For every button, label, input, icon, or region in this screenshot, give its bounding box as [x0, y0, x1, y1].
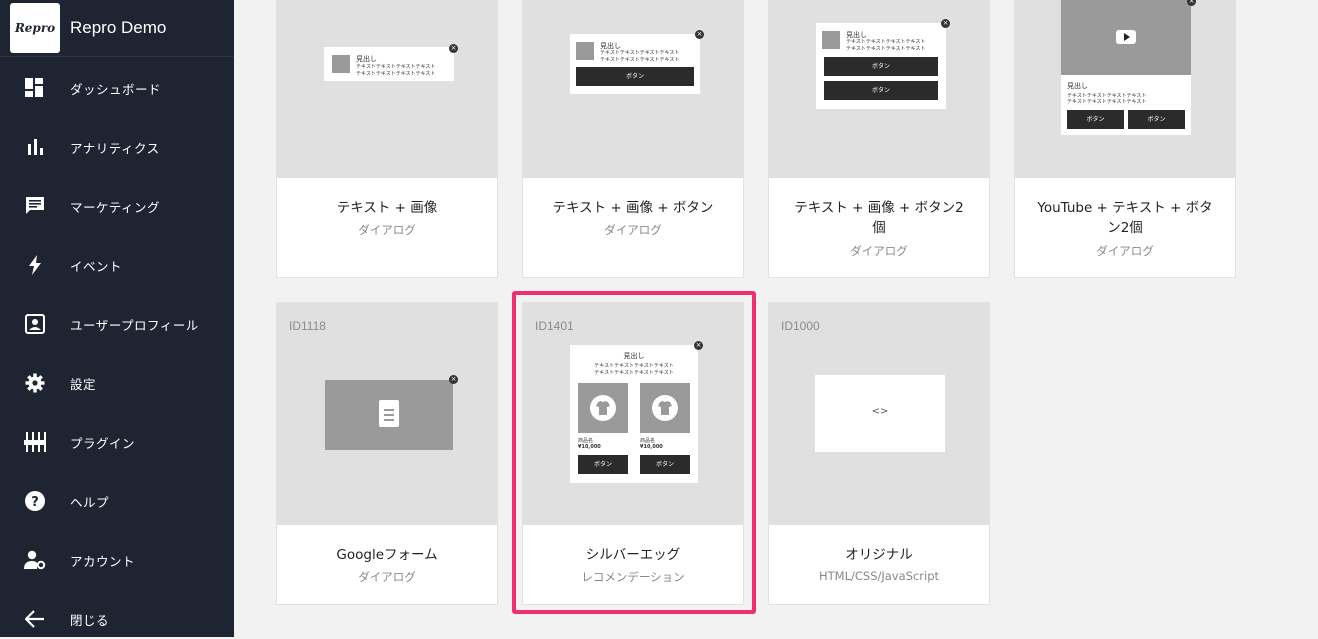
card-title: テキスト + 画像 + ボタン2	[794, 200, 964, 216]
preview-button: ボタン	[1128, 110, 1185, 129]
card-title: オリジナル	[845, 547, 913, 563]
template-card-text-image[interactable]: 見出し テキストテキストテキストテキスト テキストテキストテキストテキスト × …	[276, 0, 498, 278]
preview-dialog: 見出し テキストテキストテキストテキスト テキストテキストテキストテキスト ボタ…	[570, 34, 700, 94]
selected-card-highlight	[512, 291, 756, 614]
card-preview: 見出し テキストテキストテキストテキスト テキストテキストテキストテキスト ボタ…	[1015, 0, 1235, 178]
preview-button: ボタン	[1067, 110, 1124, 129]
bar-chart-icon	[24, 136, 46, 158]
card-subtitle: ダイアログ	[850, 244, 908, 258]
close-icon: ×	[449, 375, 458, 384]
nav-item-plugins[interactable]: プラグイン	[0, 422, 234, 462]
card-title-line2: ン2個	[1107, 220, 1143, 236]
brand-header: Repro Repro Demo	[0, 0, 234, 57]
card-id: ID1118	[289, 319, 326, 333]
card-preview: ID1000 <>	[769, 303, 989, 525]
gear-icon	[24, 372, 46, 394]
nav-item-events[interactable]: イベント	[0, 245, 234, 285]
preview-body: テキストテキストテキストテキスト	[846, 39, 926, 45]
nav-label: イベント	[70, 258, 123, 274]
close-icon: ×	[449, 44, 458, 53]
image-placeholder-icon	[332, 55, 350, 73]
card-subtitle: ダイアログ	[604, 223, 662, 237]
template-card-original[interactable]: ID1000 <> オリジナル HTML/CSS/JavaScript	[768, 302, 990, 605]
template-card-text-image-two-buttons[interactable]: 見出し テキストテキストテキストテキスト テキストテキストテキストテキスト ボタ…	[768, 0, 990, 278]
card-title: テキスト + 画像	[336, 200, 438, 216]
sidebar: Repro Repro Demo ダッシュボード アナリティクス マーケティング…	[0, 0, 234, 637]
preview-body: テキストテキストテキストテキスト	[356, 64, 436, 70]
nav-item-dashboard[interactable]: ダッシュボード	[0, 68, 234, 108]
nav-item-close[interactable]: 閉じる	[0, 599, 234, 639]
card-title: Googleフォーム	[336, 547, 438, 563]
close-icon: ×	[1187, 0, 1196, 6]
preview-heading: 見出し	[1067, 82, 1088, 90]
play-icon	[1116, 30, 1136, 44]
preview-dialog: 見出し テキストテキストテキストテキスト テキストテキストテキストテキスト ボタ…	[816, 23, 946, 109]
card-subtitle: ダイアログ	[358, 570, 416, 584]
document-icon	[379, 400, 399, 427]
card-preview: ID1118 ×	[277, 303, 497, 525]
app-name: Repro Demo	[70, 18, 167, 37]
preview-button: ボタン	[824, 57, 938, 76]
card-subtitle: HTML/CSS/JavaScript	[818, 569, 940, 583]
template-card-youtube[interactable]: 見出し テキストテキストテキストテキスト テキストテキストテキストテキスト ボタ…	[1014, 0, 1236, 278]
preview-body: テキストテキストテキストテキスト	[600, 50, 680, 56]
image-placeholder-icon	[576, 42, 594, 60]
nav-label: ユーザープロフィール	[70, 317, 199, 333]
svg-text:?: ?	[31, 495, 39, 510]
card-preview: 見出し テキストテキストテキストテキスト テキストテキストテキストテキスト ×	[277, 0, 497, 178]
image-placeholder-icon	[822, 31, 840, 49]
repro-logo[interactable]: Repro	[10, 3, 60, 53]
preview-body: テキストテキストテキストテキスト	[846, 46, 926, 52]
card-preview: 見出し テキストテキストテキストテキスト テキストテキストテキストテキスト ボタ…	[769, 0, 989, 178]
code-preview: <>	[815, 375, 945, 452]
profile-icon	[24, 313, 46, 335]
nav-label: マーケティング	[70, 199, 161, 215]
dashboard-icon	[24, 77, 46, 99]
preview-body: テキストテキストテキストテキスト	[1067, 99, 1147, 105]
nav-label: 閉じる	[70, 612, 110, 628]
arrow-left-icon	[24, 608, 46, 630]
nav-item-help[interactable]: ? ヘルプ	[0, 481, 234, 521]
card-title: YouTube + テキスト + ボタ	[1037, 200, 1213, 216]
account-settings-icon	[24, 549, 46, 571]
close-icon: ×	[695, 30, 704, 39]
preview-button: ボタン	[824, 81, 938, 100]
nav-label: プラグイン	[70, 435, 136, 451]
logo-text: Repro	[14, 21, 56, 35]
nav-label: 設定	[70, 376, 97, 392]
nav-item-user-profile[interactable]: ユーザープロフィール	[0, 304, 234, 344]
nav-label: ヘルプ	[70, 494, 110, 510]
card-subtitle: ダイアログ	[358, 223, 416, 237]
nav-item-marketing[interactable]: マーケティング	[0, 186, 234, 226]
bolt-icon	[24, 254, 46, 276]
form-preview	[325, 380, 453, 450]
code-icon: <>	[871, 406, 889, 417]
close-icon: ×	[941, 19, 950, 28]
card-preview: 見出し テキストテキストテキストテキスト テキストテキストテキストテキスト ボタ…	[523, 0, 743, 178]
nav-item-analytics[interactable]: アナリティクス	[0, 127, 234, 167]
chat-icon	[24, 195, 46, 217]
template-card-text-image-button[interactable]: 見出し テキストテキストテキストテキスト テキストテキストテキストテキスト ボタ…	[522, 0, 744, 278]
preview-dialog: 見出し テキストテキストテキストテキスト テキストテキストテキストテキスト	[324, 47, 454, 81]
nav-label: ダッシュボード	[70, 81, 162, 97]
nav-label: アナリティクス	[70, 140, 160, 156]
card-title: テキスト + 画像 + ボタン	[552, 200, 714, 216]
template-card-google-form[interactable]: ID1118 × Googleフォーム ダイアログ	[276, 302, 498, 605]
card-subtitle: ダイアログ	[1096, 244, 1154, 258]
nav-item-account[interactable]: アカウント	[0, 540, 234, 580]
nav-label: アカウント	[70, 553, 136, 569]
plugin-icon	[24, 431, 46, 453]
preview-body: テキストテキストテキストテキスト	[356, 71, 436, 77]
nav-item-settings[interactable]: 設定	[0, 363, 234, 403]
preview-body: テキストテキストテキストテキスト	[600, 57, 680, 63]
help-icon: ?	[24, 490, 46, 512]
card-title-line2: 個	[872, 220, 886, 236]
preview-button: ボタン	[576, 67, 694, 86]
card-id: ID1000	[781, 319, 820, 333]
preview-dialog: 見出し テキストテキストテキストテキスト テキストテキストテキストテキスト ボタ…	[1061, 0, 1191, 135]
